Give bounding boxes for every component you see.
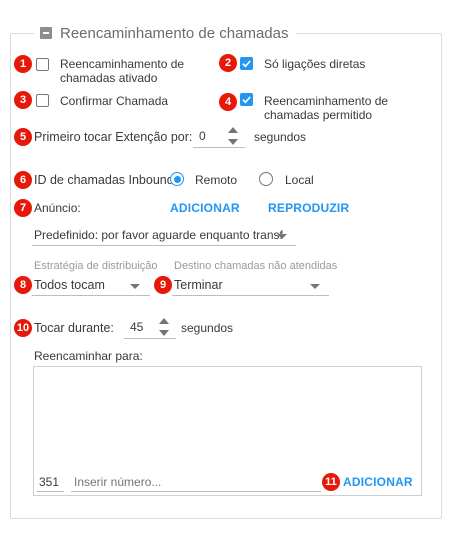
decrement-icon[interactable] (159, 330, 169, 336)
badge-8: 8 (14, 276, 32, 294)
inbound-caller-id-label: ID de chamadas Inbound: (34, 173, 178, 187)
increment-icon[interactable] (228, 127, 238, 133)
forwarding-enabled-label: Reencaminhamento de chamadas ativado (60, 57, 184, 85)
first-ring-stepper[interactable] (227, 127, 239, 145)
badge-3: 3 (14, 91, 32, 109)
announcement-select[interactable]: Predefinido: por favor aguarde enquanto … (32, 222, 296, 246)
forwarding-enabled-label-line1: Reencaminhamento de (60, 57, 185, 71)
first-ring-unit: segundos (254, 130, 307, 144)
distribution-value: Todos tocam (34, 278, 105, 292)
panel-title: Reencaminhamento de chamadas (60, 24, 289, 42)
ring-duration-input[interactable]: 45 (124, 315, 176, 339)
ring-duration-stepper[interactable] (158, 318, 170, 336)
radio-local-label: Local (285, 173, 314, 187)
radio-remote[interactable] (170, 172, 184, 186)
forwarding-allowed-label-line1: Reencaminhamento de (264, 94, 389, 108)
ring-duration-unit: segundos (181, 321, 234, 335)
check-icon (242, 96, 251, 104)
forward-prefix-value: 351 (39, 475, 60, 489)
ring-duration-value: 45 (130, 320, 144, 334)
increment-icon[interactable] (159, 318, 169, 324)
unanswered-value: Terminar (174, 278, 223, 292)
announcement-label: Anúncio: (34, 201, 81, 215)
announcement-add-button[interactable]: ADICIONAR (170, 201, 240, 215)
decrement-icon[interactable] (228, 139, 238, 145)
ring-duration-label: Tocar durante: (34, 321, 114, 335)
forward-to-label: Reencaminhar para: (34, 349, 143, 363)
forward-prefix-input[interactable]: 351 (37, 470, 64, 492)
unanswered-hint: Destino chamadas não atendidas (174, 260, 338, 272)
confirm-call-checkbox[interactable] (36, 94, 49, 107)
distribution-hint: Estratégia de distribuição (34, 260, 158, 272)
forward-number-placeholder: Inserir número... (74, 475, 162, 489)
badge-9: 9 (154, 276, 172, 294)
badge-1: 1 (14, 55, 32, 73)
chevron-down-icon (277, 234, 287, 239)
badge-10: 10 (14, 319, 32, 337)
badge-7: 7 (14, 199, 32, 217)
radio-local[interactable] (259, 172, 273, 186)
confirm-call-label: Confirmar Chamada (60, 94, 169, 108)
collapse-icon[interactable] (40, 27, 52, 39)
badge-6: 6 (14, 171, 32, 189)
badge-4: 4 (219, 93, 237, 111)
forwarding-allowed-label: Reencaminhamento de chamadas permitido (264, 94, 388, 122)
first-ring-value: 0 (199, 129, 206, 143)
badge-2: 2 (219, 54, 237, 72)
chevron-down-icon (310, 284, 320, 289)
check-icon (242, 60, 251, 68)
unanswered-select[interactable]: Terminar (172, 272, 329, 296)
chevron-down-icon (130, 284, 140, 289)
direct-calls-only-checkbox[interactable] (240, 57, 253, 70)
first-ring-label: Primeiro tocar Extenção por: (34, 130, 193, 144)
forward-add-button[interactable]: ADICIONAR (343, 475, 413, 489)
forward-number-input[interactable]: Inserir número... (71, 470, 321, 492)
announcement-selected-value: Predefinido: por favor aguarde enquanto … (34, 228, 283, 242)
radio-remote-label: Remoto (195, 173, 238, 187)
forwarding-allowed-checkbox[interactable] (240, 93, 253, 106)
first-ring-input[interactable]: 0 (193, 124, 245, 148)
forwarding-enabled-checkbox[interactable] (36, 58, 49, 71)
panel-legend[interactable]: Reencaminhamento de chamadas (34, 24, 297, 42)
distribution-select[interactable]: Todos tocam (32, 272, 150, 296)
badge-11: 11 (322, 473, 340, 491)
direct-calls-only-label: Só ligações diretas (264, 57, 366, 71)
forwarding-enabled-label-line2: chamadas ativado (60, 71, 158, 85)
announcement-play-button[interactable]: REPRODUZIR (268, 201, 349, 215)
forwarding-allowed-label-line2: chamadas permitido (264, 108, 373, 122)
badge-5: 5 (14, 128, 32, 146)
